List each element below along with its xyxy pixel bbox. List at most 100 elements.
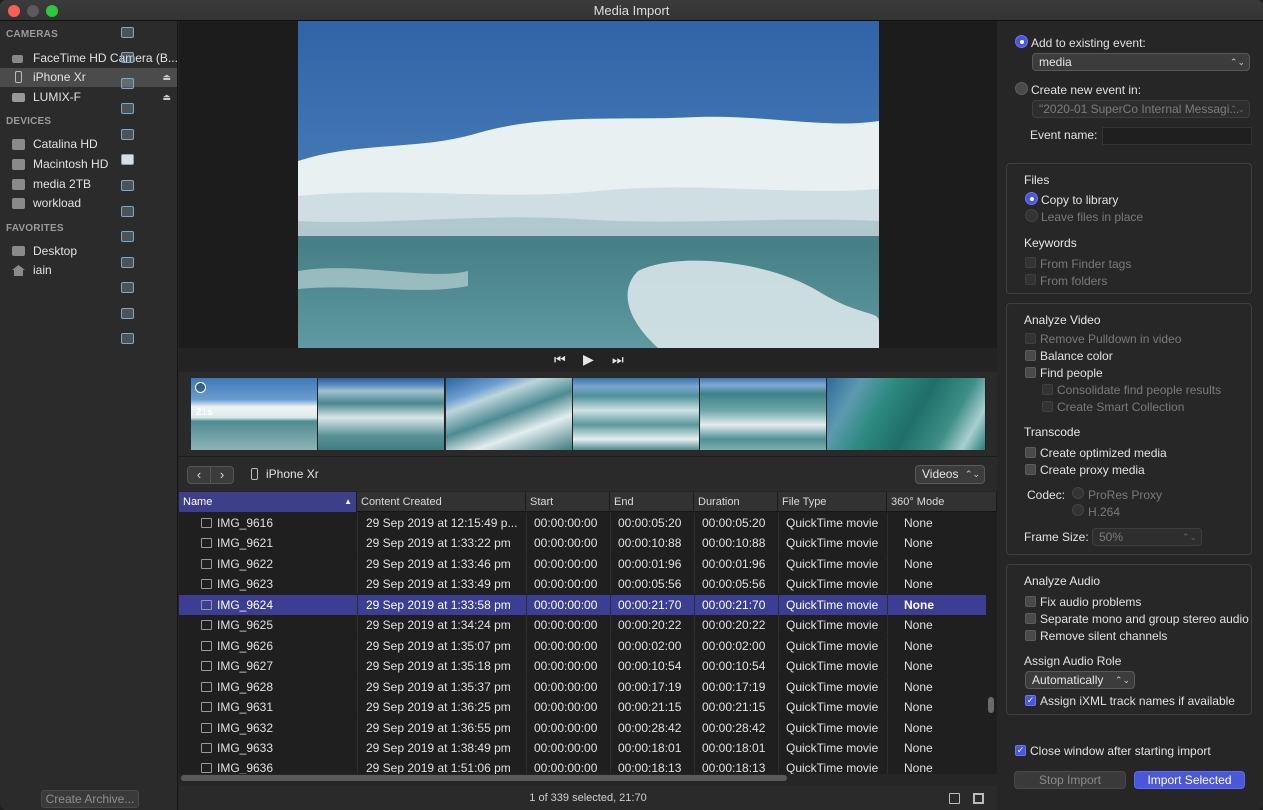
eject-icon[interactable]: ⏏ [162, 88, 171, 107]
filmstrip-thumbnail[interactable] [318, 378, 445, 450]
column-divider [526, 533, 527, 554]
filmstrip-thumbnail[interactable] [573, 378, 700, 450]
from-finder-tags-checkbox[interactable] [1025, 257, 1036, 268]
minimize-window-icon[interactable] [27, 5, 39, 17]
column-divider [610, 533, 611, 554]
table-row[interactable]: IMG_9621 29 Sep 2019 at 1:33:22 pm 00:00:0… [179, 533, 986, 554]
table-row[interactable]: IMG_9633 29 Sep 2019 at 1:38:49 pm 00:00:0… [179, 737, 986, 759]
column-header-name[interactable]: Name ▲ [179, 492, 357, 512]
media-type-select[interactable]: Videos ⌃⌄ [915, 465, 985, 484]
column-header-start[interactable]: Start [526, 492, 610, 512]
sidebar-item-workload[interactable]: workload [0, 194, 177, 213]
table-row[interactable]: IMG_9625 29 Sep 2019 at 1:34:24 pm 00:00:0… [179, 615, 986, 636]
close-window-checkbox[interactable]: ✓ [1015, 745, 1026, 756]
codec-prores-radio[interactable] [1072, 487, 1084, 499]
create-new-radio[interactable] [1015, 82, 1028, 95]
column-divider [357, 574, 358, 595]
skip-forward-icon[interactable]: ⏭ [612, 352, 624, 368]
column-divider [357, 533, 358, 554]
filmstrip-view-icon[interactable] [973, 793, 984, 804]
optimized-media-checkbox[interactable] [1025, 447, 1036, 458]
table-row[interactable]: IMG_9626 29 Sep 2019 at 1:35:07 pm 00:00:0… [179, 635, 986, 657]
table-row[interactable]: IMG_9622 29 Sep 2019 at 1:33:46 pm 00:00:0… [179, 553, 986, 575]
remove-pulldown-checkbox[interactable] [1025, 333, 1036, 344]
cell-start: 00:00:00:00 [534, 761, 598, 774]
forward-button[interactable]: › [210, 466, 234, 484]
filmstrip-thumbnail[interactable] [700, 378, 827, 450]
table-row[interactable]: IMG_9636 29 Sep 2019 at 1:51:06 pm 00:00:0… [179, 758, 986, 774]
cell-start: 00:00:00:00 [534, 577, 598, 592]
fix-audio-checkbox[interactable] [1025, 596, 1036, 607]
cell-created: 29 Sep 2019 at 1:36:55 pm [366, 720, 511, 735]
cell-end: 00:00:21:15 [618, 700, 682, 715]
sidebar-item-iain[interactable]: iain [0, 261, 177, 280]
sidebar-item-catalina-hd[interactable]: Catalina HD [0, 135, 177, 154]
import-selected-button[interactable]: Import Selected [1134, 771, 1245, 789]
column-header-360-mode[interactable]: 360° Mode [887, 492, 997, 512]
filmstrip-thumbnail[interactable] [827, 378, 986, 450]
back-button[interactable]: ‹ [187, 466, 211, 484]
column-divider [778, 676, 779, 697]
sidebar-item-iphone-xr[interactable]: iPhone Xr ⏏ [0, 68, 177, 87]
assign-role-select[interactable]: Automatically ⌃⌄ [1025, 671, 1135, 689]
find-people-checkbox[interactable] [1025, 367, 1036, 378]
files-header: Files [1024, 173, 1050, 187]
smart-collection-checkbox[interactable] [1042, 401, 1053, 412]
table-row[interactable]: IMG_9628 29 Sep 2019 at 1:35:37 pm 00:00:0… [179, 676, 986, 698]
filmstrip-marker [121, 231, 134, 242]
consolidate-checkbox[interactable] [1042, 384, 1053, 395]
event-name-field[interactable] [1102, 127, 1252, 145]
create-archive-button[interactable]: Create Archive... [41, 790, 139, 808]
skip-back-icon[interactable]: ⏮ [554, 352, 566, 368]
table-row[interactable]: IMG_9623 29 Sep 2019 at 1:33:49 pm 00:00:0… [179, 574, 986, 595]
cell-mode: None [904, 720, 933, 735]
table-row[interactable]: IMG_9616 29 Sep 2019 at 12:15:49 p... 00:0… [179, 513, 986, 534]
ixml-checkbox[interactable]: ✓ [1025, 695, 1036, 706]
clip-filmstrip[interactable]: 21s [179, 372, 997, 456]
smart-collection-label: Create Smart Collection [1057, 400, 1185, 414]
separate-mono-checkbox[interactable] [1025, 613, 1036, 624]
codec-h264-radio[interactable] [1072, 504, 1084, 516]
vertical-scrollbar[interactable] [988, 697, 994, 713]
filmstrip-thumbnail[interactable] [446, 378, 573, 450]
codec-h264-label: H.264 [1088, 505, 1121, 519]
close-window-icon[interactable] [8, 5, 20, 17]
column-divider [610, 574, 611, 595]
hard-drive-icon [12, 179, 25, 190]
table-row[interactable]: IMG_9632 29 Sep 2019 at 1:36:55 pm 00:00:0… [179, 717, 986, 739]
column-header-end[interactable]: End [610, 492, 694, 512]
filmstrip-thumbnail[interactable]: 21s [191, 378, 318, 450]
fix-audio-label: Fix audio problems [1040, 595, 1142, 609]
sidebar-item-macintosh-hd[interactable]: Macintosh HD [0, 155, 177, 174]
cell-end: 00:00:18:01 [618, 740, 682, 755]
filmstrip-marker [121, 27, 134, 38]
table-row[interactable]: IMG_9624 29 Sep 2019 at 1:33:58 pm 00:00:0… [179, 594, 986, 616]
horizontal-scrollbar[interactable] [181, 775, 787, 781]
play-icon[interactable]: ▶ [583, 351, 594, 368]
balance-color-checkbox[interactable] [1025, 350, 1036, 361]
proxy-media-checkbox[interactable] [1025, 464, 1036, 475]
sidebar-item-lumix[interactable]: LUMIX-F ⏏ [0, 88, 177, 107]
sidebar-item-media-2tb[interactable]: media 2TB [0, 175, 177, 194]
remove-silent-checkbox[interactable] [1025, 630, 1036, 641]
table-row[interactable]: IMG_9627 29 Sep 2019 at 1:35:18 pm 00:00:0… [179, 656, 986, 677]
from-folders-checkbox[interactable] [1025, 274, 1036, 285]
sidebar-item-desktop[interactable]: Desktop [0, 242, 177, 261]
stop-import-button[interactable]: Stop Import [1014, 771, 1126, 789]
add-existing-radio[interactable] [1015, 35, 1028, 48]
video-frame [298, 21, 879, 348]
eject-icon[interactable]: ⏏ [162, 68, 171, 87]
list-view-icon[interactable] [949, 793, 960, 804]
column-divider [610, 758, 611, 774]
existing-event-select[interactable]: media ⌃⌄ [1032, 53, 1250, 71]
column-header-file-type[interactable]: File Type [778, 492, 887, 512]
column-header-content-created[interactable]: Content Created [357, 492, 526, 512]
new-event-library-select[interactable]: "2020-01 SuperCo Internal Messagi... ⌃⌄ [1032, 100, 1250, 118]
leave-in-place-radio[interactable] [1025, 209, 1038, 222]
frame-size-select[interactable]: 50% ⌃⌄ [1092, 528, 1202, 546]
column-header-duration[interactable]: Duration [694, 492, 778, 512]
sidebar-item-facetime[interactable]: FaceTime HD Camera (B... [0, 49, 177, 68]
zoom-window-icon[interactable] [46, 5, 58, 17]
table-row[interactable]: IMG_9631 29 Sep 2019 at 1:36:25 pm 00:00:0… [179, 697, 986, 718]
copy-to-library-radio[interactable] [1025, 192, 1038, 205]
